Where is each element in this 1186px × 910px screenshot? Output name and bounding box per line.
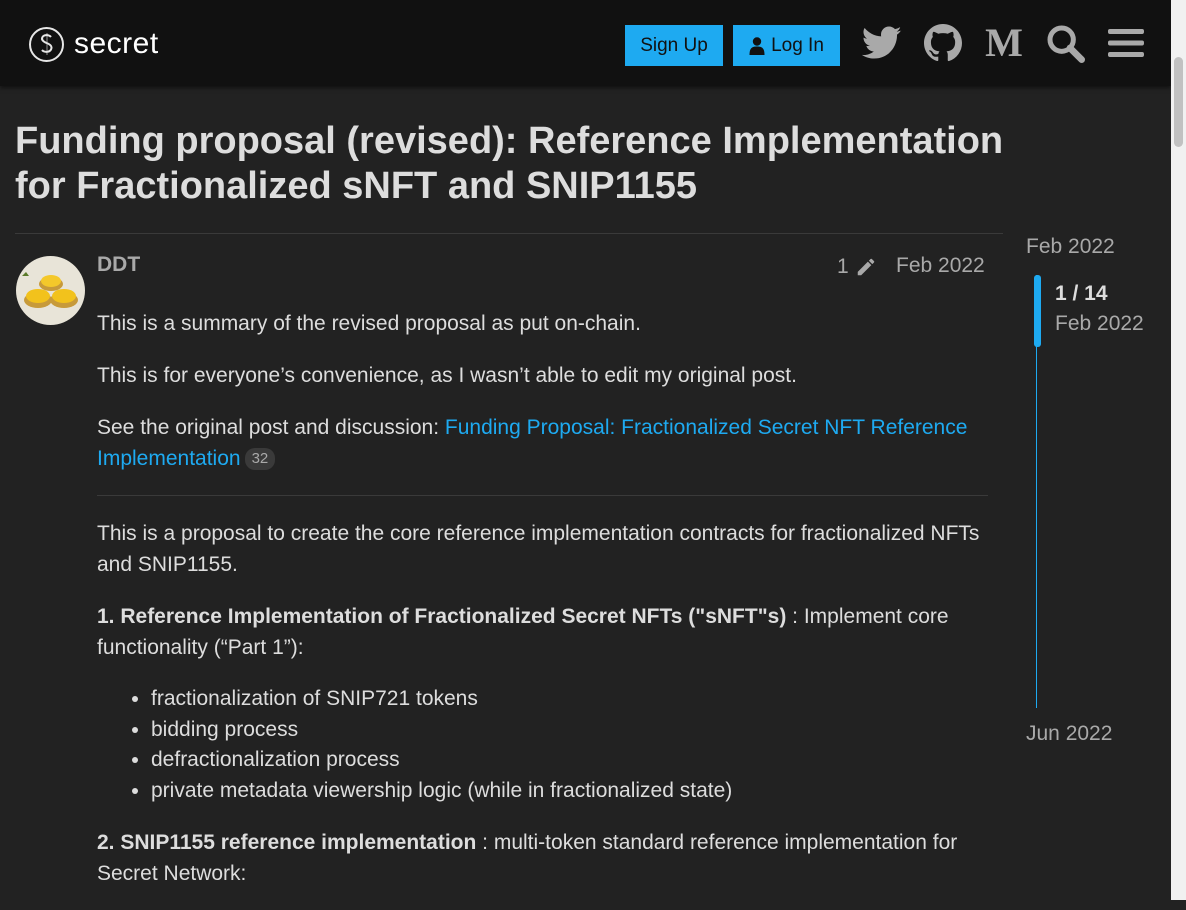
log-in-label: Log In — [771, 34, 824, 56]
section-1-heading: 1. Reference Implementation of Fractiona… — [97, 605, 787, 628]
list-item: fractionalization of SNIP721 tokens — [151, 684, 988, 715]
list-item: private metadata viewership logic (while… — [151, 776, 988, 807]
section-1-list: fractionalization of SNIP721 tokens bidd… — [97, 684, 988, 806]
site-header: secret Sign Up Log In M — [0, 0, 1171, 86]
twitter-icon[interactable] — [861, 22, 903, 64]
post-paragraph: This is a summary of the revised proposa… — [97, 312, 641, 335]
link-click-count-badge: 32 — [244, 448, 276, 470]
post-paragraph: See the original post and discussion: Fu… — [97, 412, 988, 474]
section-2-heading: 2. SNIP1155 reference implementation — [97, 831, 477, 854]
post-divider — [97, 495, 988, 496]
post-edit-history[interactable]: 1 — [837, 255, 877, 279]
medium-icon[interactable]: M — [983, 22, 1025, 64]
list-item: bidding process — [151, 715, 988, 746]
user-icon — [749, 36, 765, 55]
secret-logo-icon — [29, 26, 64, 62]
log-in-button[interactable]: Log In — [733, 25, 840, 66]
page-scrollbar[interactable] — [1171, 0, 1186, 900]
post-date[interactable]: Feb 2022 — [896, 254, 985, 278]
title-divider — [15, 233, 1003, 234]
sign-up-button[interactable]: Sign Up — [625, 25, 723, 66]
timeline-post-position: 1 / 14 — [1055, 282, 1108, 305]
search-icon[interactable] — [1044, 22, 1086, 64]
hamburger-menu-icon[interactable] — [1105, 22, 1147, 64]
timeline-position-date: Feb 2022 — [1055, 312, 1144, 335]
github-icon[interactable] — [922, 22, 964, 64]
edit-count: 1 — [837, 255, 849, 278]
timeline-handle[interactable] — [1034, 275, 1041, 347]
avatar[interactable] — [16, 256, 85, 325]
logo-text: secret — [74, 27, 159, 60]
post-paragraph: This is a proposal to create the core re… — [97, 522, 980, 576]
original-post-prefix: See the original post and discussion: — [97, 416, 445, 439]
list-item: defractionalization process — [151, 745, 988, 776]
post-paragraph: This is for everyone’s convenience, as I… — [97, 364, 797, 387]
post-body: This is a summary of the revised proposa… — [97, 308, 988, 910]
scrollbar-thumb[interactable] — [1174, 57, 1183, 147]
timeline-end-date[interactable]: Jun 2022 — [1026, 722, 1112, 746]
site-logo[interactable]: secret — [29, 24, 159, 64]
topic-title[interactable]: Funding proposal (revised): Reference Im… — [15, 119, 1015, 209]
section-2-paragraph: 2. SNIP1155 reference implementation : m… — [97, 827, 988, 889]
section-1-paragraph: 1. Reference Implementation of Fractiona… — [97, 601, 988, 663]
post-username[interactable]: DDT — [97, 253, 140, 277]
pencil-icon — [855, 256, 877, 278]
timeline-start-date[interactable]: Feb 2022 — [1026, 235, 1115, 259]
